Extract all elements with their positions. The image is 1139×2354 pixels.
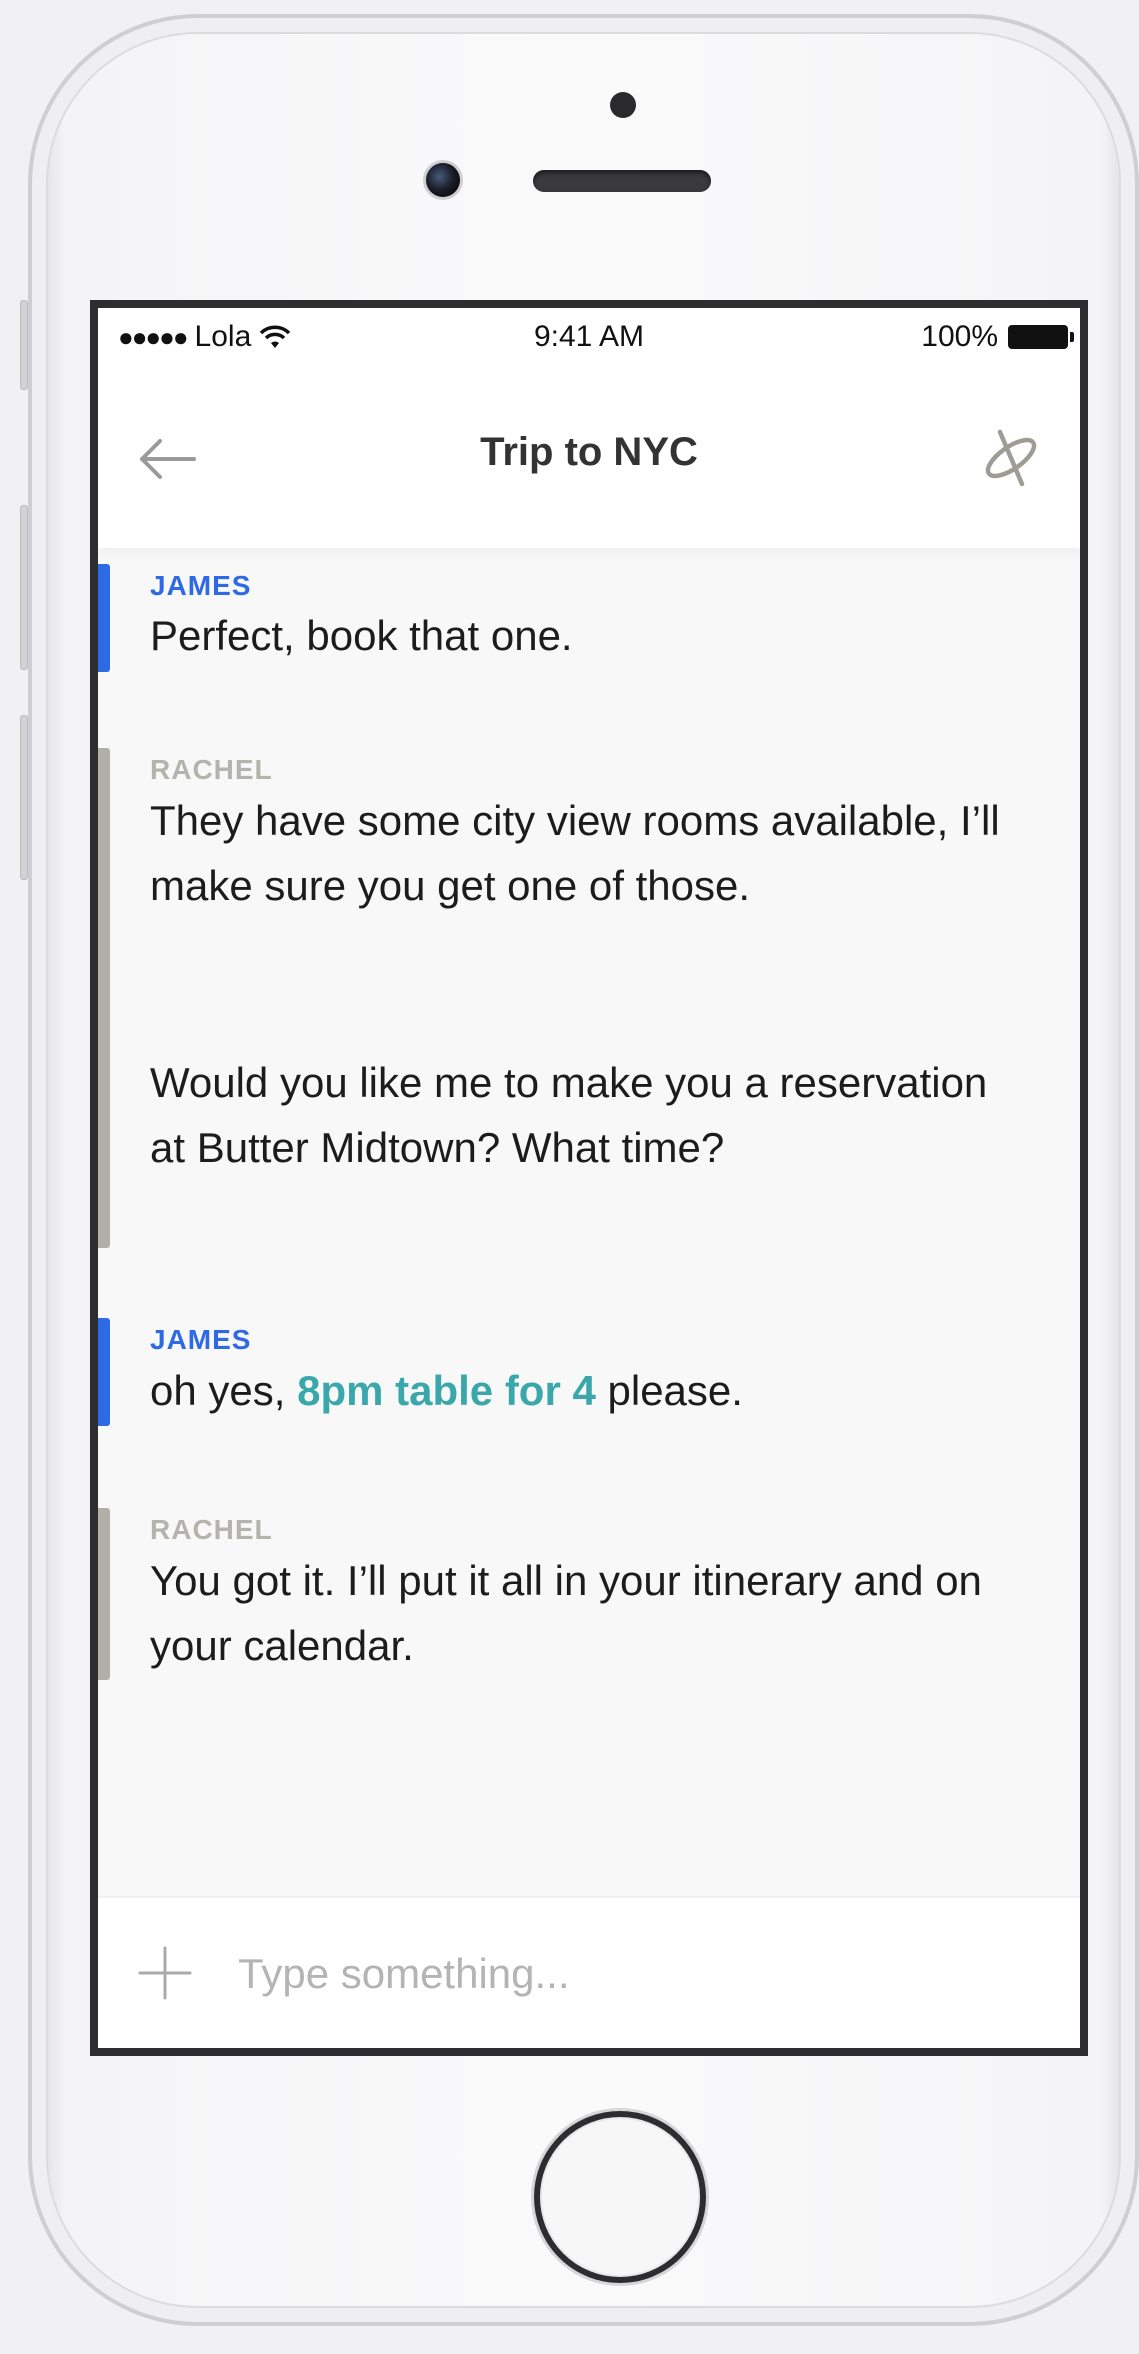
screen: ●●●●● Lola 9:41 AM 100% Trip to NYC JAME… [90,300,1088,2056]
status-bar: ●●●●● Lola 9:41 AM 100% [98,308,1080,368]
sender-name: JAMES [150,570,252,601]
message-text: oh yes, 8pm table for 4 please. [150,1358,1030,1423]
message-text: Perfect, book that one. [150,612,573,659]
highlighted-request[interactable]: 8pm table for 4 [297,1367,596,1414]
add-attachment-button[interactable] [138,1946,192,2000]
status-right: 100% [921,320,1074,354]
message-james-1: JAMES Perfect, book that one. [98,558,1080,678]
page-title: Trip to NYC [480,430,698,474]
sender-indicator [98,1318,110,1426]
sender-name: JAMES [150,1324,252,1355]
sender-name: RACHEL [150,754,273,785]
message-text-end: please. [595,1367,743,1414]
message-paragraph-1: They have some city view rooms available… [150,797,1000,909]
home-button[interactable] [534,2111,706,2283]
message-paragraph-2: Would you like me to make you a reservat… [150,1059,988,1171]
sender-indicator [98,748,110,1248]
volume-down-button [20,715,28,880]
mute-switch [20,300,28,390]
plus-icon [138,1946,192,2000]
battery-percent: 100% [921,320,998,353]
sender-indicator [98,1508,110,1680]
message-rachel-2: RACHEL You got it. I’ll put it all in yo… [98,1508,1080,1683]
battery-icon [1008,325,1074,349]
volume-up-button [20,505,28,670]
message-text-start: oh yes, [150,1367,298,1414]
navigation-bar: Trip to NYC [98,368,1080,548]
front-camera [423,160,463,200]
message-input[interactable] [238,1934,1038,2014]
sender-name: RACHEL [150,1514,273,1545]
proximity-sensor [610,92,636,118]
link-icon [985,429,1037,487]
link-button[interactable] [980,426,1042,490]
earpiece-speaker [533,170,711,192]
message-james-2: JAMES oh yes, 8pm table for 4 please. [98,1318,1080,1438]
message-text: You got it. I’ll put it all in your itin… [150,1557,982,1669]
message-composer [98,1896,1080,2048]
sender-indicator [98,564,110,672]
message-rachel-1: RACHEL They have some city view rooms av… [98,748,1080,1248]
